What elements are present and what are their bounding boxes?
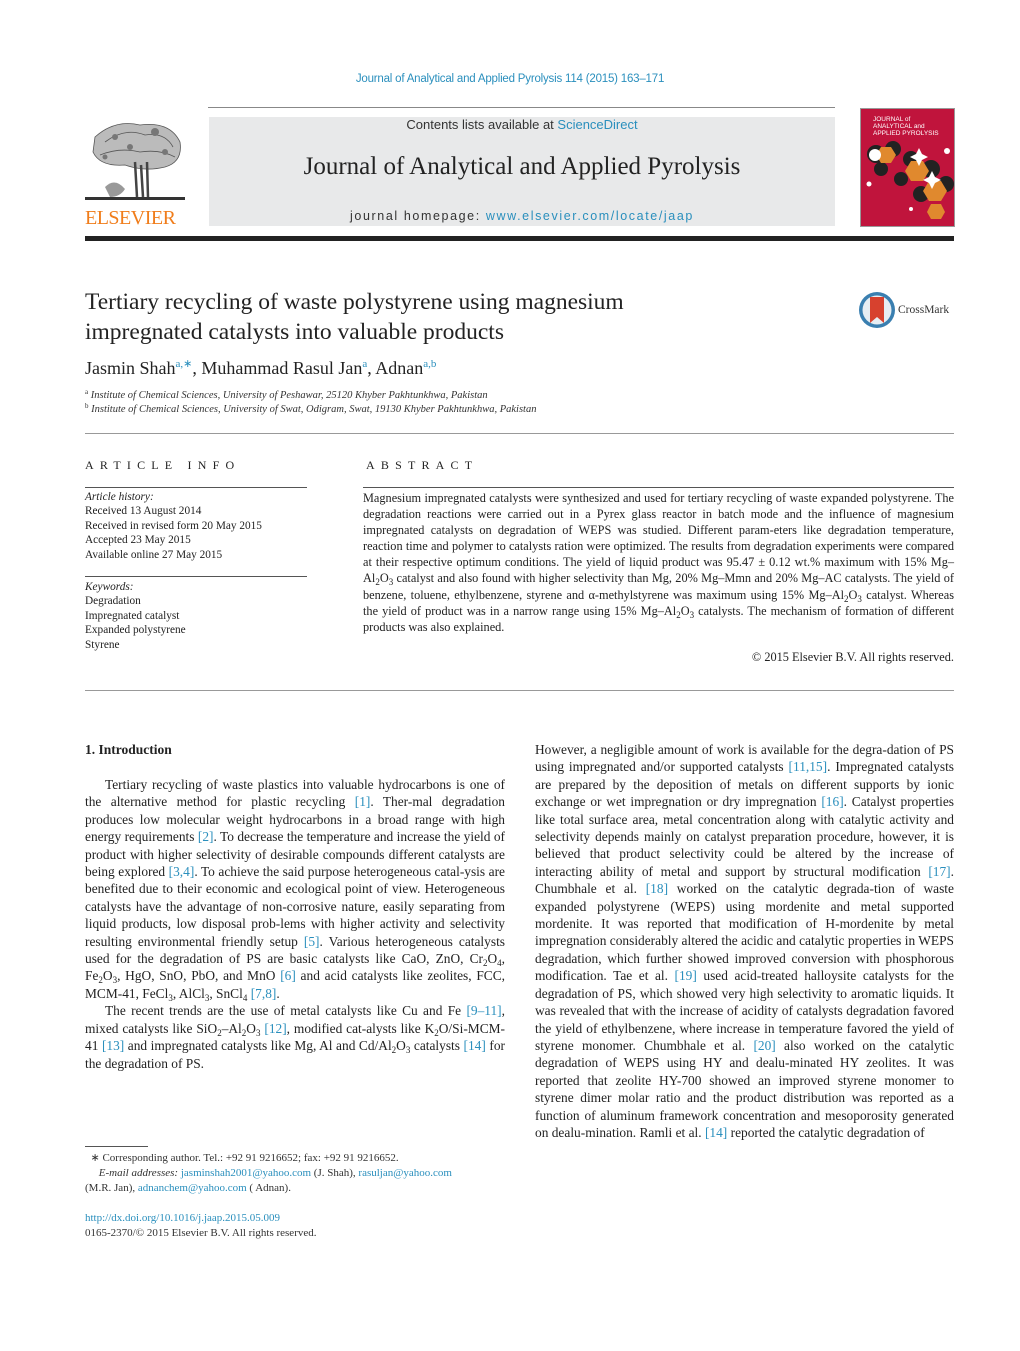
history-online: Available online 27 May 2015 [85,548,223,561]
keywords-label: Keywords: [85,581,134,593]
keyword: Styrene [85,638,120,651]
keyword: Expanded polystyrene [85,624,186,637]
citation-link[interactable]: [3,4] [169,864,195,879]
affiliation-b: b Institute of Chemical Sciences, Univer… [85,402,537,416]
cover-title-3: APPLIED PYROLYSIS [873,130,939,137]
body-column-left: Tertiary recycling of waste plastics int… [85,776,505,1072]
citation-link[interactable]: [9–11] [466,1003,501,1018]
affiliation-text: Institute of Chemical Sciences, Universi… [91,404,537,415]
citation-link[interactable]: [18] [646,881,668,896]
sciencedirect-link[interactable]: ScienceDirect [557,117,637,132]
abstract-text: Magnesium impregnated catalysts were syn… [363,491,954,634]
citation-link[interactable]: [11,15] [789,759,828,774]
title-line-1: Tertiary recycling of waste polystyrene … [85,289,624,315]
citation-link[interactable]: [7,8] [251,986,277,1001]
author-affiliation-marker[interactable]: a,∗ [176,358,193,370]
email-link[interactable]: adnanchem@yahoo.com [138,1182,247,1194]
history-accepted: Accepted 23 May 2015 [85,534,191,547]
issn-copyright: 0165-2370/© 2015 Elsevier B.V. All right… [85,1227,317,1239]
elsevier-tree-icon [85,117,185,207]
elsevier-wordmark: ELSEVIER [85,207,176,229]
masthead-bottom-rule [85,236,954,241]
contents-line: Contents lists available at ScienceDirec… [209,117,835,132]
section-heading-introduction: 1. Introduction [85,742,172,757]
citation-link[interactable]: [14] [705,1125,727,1140]
citation-link[interactable]: [14] [464,1038,486,1053]
author-name[interactable]: Adnan [375,358,423,378]
author-name[interactable]: Jasmin Shah [85,358,176,378]
citation-link[interactable]: [19] [675,968,697,983]
keyword: Impregnated catalyst [85,609,180,622]
keywords: Keywords: Degradation Impregnated cataly… [85,580,315,652]
paragraph: The recent trends are the use of metal c… [85,1003,505,1071]
body-column-right: However, a negligible amount of work is … [535,741,954,1141]
body-separator [85,690,954,691]
cover-title-2: ANALYTICAL and [873,123,925,130]
title-line-2: impregnated catalysts into valuable prod… [85,319,504,345]
corresponding-author-note: ∗ Corresponding author. Tel.: +92 91 921… [90,1152,399,1164]
history-label: Article history: [85,491,154,503]
affiliation-a: a Institute of Chemical Sciences, Univer… [85,388,488,402]
homepage-prefix: journal homepage: [350,209,486,223]
citation-link[interactable]: [12] [264,1021,286,1036]
author-name[interactable]: Muhammad Rasul Jan [201,358,362,378]
affiliation-key: a [85,388,89,396]
article-title: Tertiary recycling of waste polystyrene … [85,287,785,347]
paragraph: Tertiary recycling of waste plastics int… [85,777,505,1003]
journal-cover-image[interactable]: JOURNAL of ANALYTICAL and APPLIED PYROLY… [860,108,955,227]
elsevier-logo[interactable]: ELSEVIER [85,117,187,229]
subscript: 2 [375,577,380,588]
citation-link[interactable]: [1] [355,794,371,809]
history-received: Received 13 August 2014 [85,505,202,518]
abstract-copyright: © 2015 Elsevier B.V. All rights reserved… [751,650,954,664]
abstract-heading: ABSTRACT [366,458,479,472]
citation-link[interactable]: [17] [928,864,950,879]
doi-block: http://dx.doi.org/10.1016/j.jaap.2015.05… [85,1211,317,1241]
crossmark-icon [859,292,895,328]
subscript: 2 [676,609,681,620]
crossmark-button[interactable]: CrossMark [858,291,958,331]
citation-link[interactable]: [5] [304,934,320,949]
email-link[interactable]: rasuljan@yahoo.com [358,1167,452,1179]
article-history: Article history: Received 13 August 2014… [85,490,315,562]
affiliation-key: b [85,402,89,410]
crossmark-label: CrossMark [898,304,950,316]
contents-prefix: Contents lists available at [406,117,558,132]
homepage-line: journal homepage: www.elsevier.com/locat… [209,209,835,223]
paragraph: However, a negligible amount of work is … [535,742,954,1140]
journal-citation-link[interactable]: Journal of Analytical and Applied Pyroly… [0,73,1020,85]
journal-homepage-link[interactable]: www.elsevier.com/locate/jaap [486,209,694,223]
email-addresses: E-mail addresses: jasminshah2001@yahoo.c… [85,1167,452,1194]
journal-masthead: Contents lists available at ScienceDirec… [209,117,835,226]
article-info-heading: ARTICLE INFO [85,458,241,472]
footnote-rule [85,1146,148,1147]
subscript: 2 [844,593,849,604]
citation-link[interactable]: [2] [198,829,214,844]
citation-link[interactable]: [16] [821,794,843,809]
doi-link[interactable]: http://dx.doi.org/10.1016/j.jaap.2015.05… [85,1212,280,1224]
header-rule [208,107,835,108]
affiliation-text: Institute of Chemical Sciences, Universi… [90,390,488,401]
cover-art-icon: JOURNAL of ANALYTICAL and APPLIED PYROLY… [861,109,954,226]
cover-title-1: JOURNAL of [873,116,911,123]
keyword: Degradation [85,595,141,608]
article-info-rule [85,487,307,488]
journal-title: Journal of Analytical and Applied Pyroly… [303,153,741,180]
keywords-rule [85,576,307,577]
citation-link[interactable]: [6] [280,968,296,983]
email-link[interactable]: jasminshah2001@yahoo.com [181,1167,311,1179]
author-affiliation-marker[interactable]: a,b [423,358,436,370]
history-revised: Received in revised form 20 May 2015 [85,519,262,532]
citation-link[interactable]: [13] [102,1038,124,1053]
author-list: Jasmin Shaha,∗, Muhammad Rasul Jana, Adn… [85,358,436,379]
header-separator [85,433,954,434]
footnotes: ∗ Corresponding author. Tel.: +92 91 921… [85,1151,510,1196]
abstract-rule [363,487,954,488]
citation-link[interactable]: [20] [753,1038,775,1053]
